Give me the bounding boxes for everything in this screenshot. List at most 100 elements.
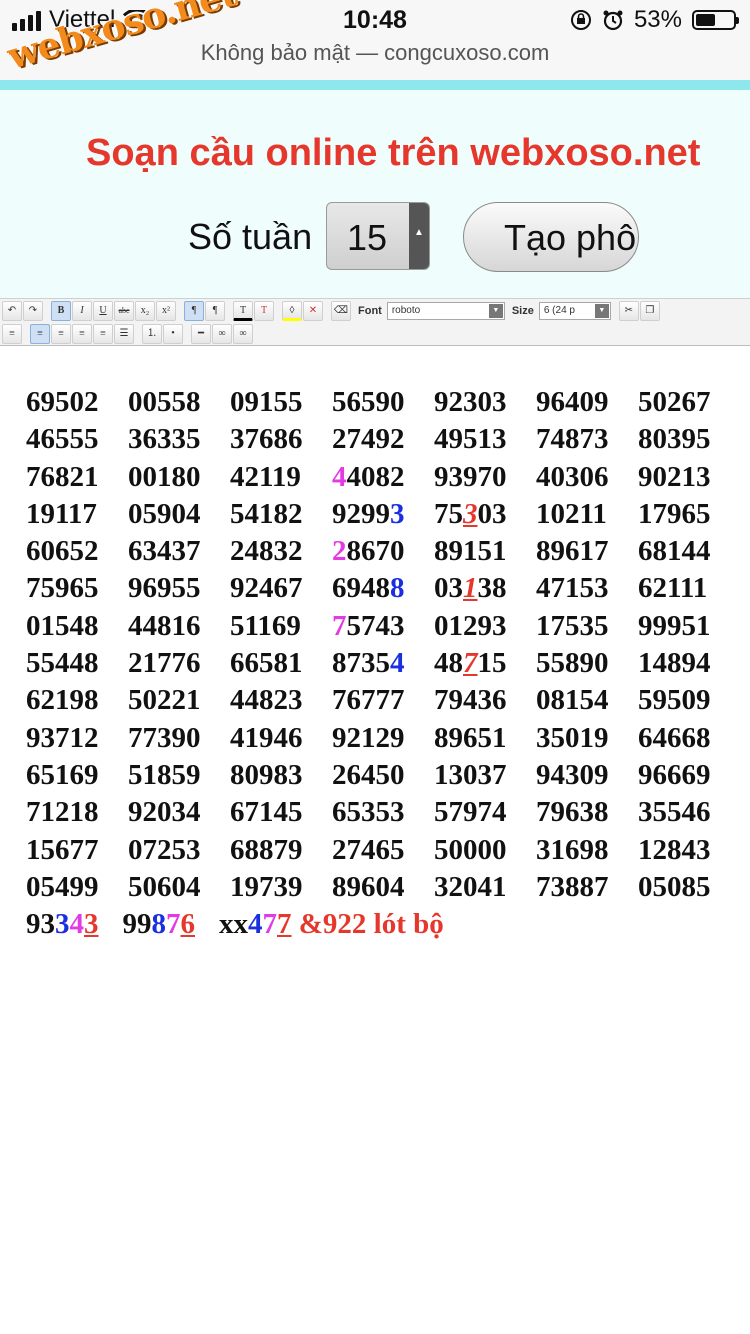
copy-icon[interactable]: ❐ (639, 301, 660, 321)
number-cell: 46555 (26, 423, 128, 456)
number-cell: 44816 (128, 610, 230, 643)
underline-icon[interactable]: U (93, 301, 113, 321)
undo-icon[interactable]: ↶ (2, 301, 22, 321)
number-cell: 55890 (536, 647, 638, 680)
number-cell: 93343 (26, 908, 99, 941)
number-cell: 90213 (638, 461, 740, 494)
number-cell: 68879 (230, 834, 332, 867)
digit-segment: 63437 (128, 535, 201, 568)
clear-highlight-icon[interactable]: ✕ (303, 301, 323, 321)
number-cell: 71218 (26, 796, 128, 829)
number-cell: 93970 (434, 461, 536, 494)
digit-segment: 93970 (434, 460, 507, 493)
digit-segment: 09155 (230, 386, 303, 418)
number-cell: 10211 (536, 498, 638, 531)
highlight-color-icon[interactable]: ◊ (282, 301, 302, 321)
align-center-icon[interactable]: ≡ (51, 324, 71, 344)
digit-segment: 55448 (26, 647, 99, 680)
number-cell: 15677 (26, 834, 128, 867)
digit-segment: 12843 (638, 833, 711, 866)
digit-segment: 76821 (26, 460, 99, 493)
number-cell: 51169 (230, 610, 332, 643)
digit-segment: 03 (477, 497, 507, 530)
digit-segment: 3 (55, 908, 70, 941)
numbered-list-icon[interactable]: ⒈ (142, 324, 162, 344)
digit-segment: 89151 (434, 535, 507, 568)
number-cell: 68144 (638, 535, 740, 568)
editor-content[interactable]: 69502 00558 09155 56590 92303 96409 50267 46555… (0, 346, 750, 1334)
digit-segment: 40306 (536, 460, 609, 493)
digit-segment: 76777 (332, 684, 405, 717)
number-cell: 42119 (230, 461, 332, 494)
digit-segment: 17965 (638, 497, 711, 530)
align-full-icon[interactable]: ☰ (114, 324, 134, 344)
rtl-icon[interactable]: ¶ (205, 301, 225, 321)
number-cell: 28670 (332, 535, 434, 568)
digit-segment: 79638 (536, 796, 609, 829)
link-icon[interactable]: ∞ (212, 324, 232, 344)
subscript-icon[interactable]: x₂ (135, 301, 155, 321)
remove-format-icon[interactable]: T (254, 301, 274, 321)
superscript-icon[interactable]: x² (156, 301, 176, 321)
strikethrough-icon[interactable]: abc (114, 301, 134, 321)
number-cell: 76777 (332, 684, 434, 717)
ltr-icon[interactable]: ¶ (184, 301, 204, 321)
number-cell: 41946 (230, 722, 332, 755)
digit-segment: 93712 (26, 721, 99, 754)
number-cell: 92129 (332, 722, 434, 755)
digit-segment: 93 (26, 908, 55, 941)
font-select[interactable]: roboto (386, 302, 505, 320)
digit-segment: 7 (332, 609, 347, 642)
number-row: 69502 00558 09155 56590 92303 96409 50267 (26, 386, 740, 423)
number-cell: 77390 (128, 722, 230, 755)
digit-segment: 14894 (638, 647, 711, 680)
text-color-icon[interactable]: T (233, 301, 253, 321)
number-cell: 76821 (26, 461, 128, 494)
bold-icon[interactable]: B (51, 301, 71, 321)
digit-segment: 89651 (434, 721, 507, 754)
italic-icon[interactable]: I (72, 301, 92, 321)
redo-icon[interactable]: ↷ (23, 301, 43, 321)
outdent-icon[interactable]: ≡ (2, 324, 22, 344)
digit-segment: 67145 (230, 796, 303, 829)
number-cell: 27492 (332, 423, 434, 456)
bullet-list-icon[interactable]: • (163, 324, 183, 344)
digit-segment: 7 (277, 908, 292, 941)
size-select[interactable]: 6 (24 p (538, 302, 611, 320)
number-cell: 40306 (536, 461, 638, 494)
number-cell: 50267 (638, 386, 740, 419)
horizontal-rule-icon[interactable]: ━ (191, 324, 211, 344)
align-right-icon[interactable]: ≡ (72, 324, 92, 344)
digit-segment: 48 (434, 647, 463, 680)
digit-segment: 96409 (536, 386, 609, 418)
number-cell: 35019 (536, 722, 638, 755)
number-row: 01548 44816 51169 75743 01293 17535 99951 (26, 610, 740, 647)
number-cell: 75743 (332, 610, 434, 643)
number-cell: 80395 (638, 423, 740, 456)
rotation-lock-icon (570, 10, 591, 30)
digit-segment: 4 (390, 647, 405, 680)
number-cell: 55448 (26, 647, 128, 680)
digit-segment: 54182 (230, 497, 303, 530)
digit-segment: 75965 (26, 572, 99, 605)
number-cell: 24832 (230, 535, 332, 568)
number-cell: 79436 (434, 684, 536, 717)
page-header: Soạn cầu online trên webxoso.net Số tuần… (0, 80, 750, 298)
create-button[interactable]: Tạo phô (463, 202, 639, 272)
digit-segment: 3 (390, 497, 405, 530)
weeks-select[interactable]: 15 ▲ (326, 202, 430, 270)
digit-segment: 05904 (128, 497, 201, 530)
digit-segment: 3 (84, 908, 99, 941)
cut-icon[interactable]: ✂ (618, 301, 639, 321)
digit-segment: 65169 (26, 758, 99, 791)
eraser-icon[interactable]: ⌫ (331, 301, 351, 321)
number-row: 93343 99876 xx477 &922 lót bộ (26, 908, 740, 945)
digit-segment: 19117 (26, 497, 97, 530)
digit-segment: 05499 (26, 870, 99, 903)
number-cell: 93712 (26, 722, 128, 755)
status-right: 53% (570, 6, 739, 34)
unlink-icon[interactable]: ∞ (233, 324, 253, 344)
number-cell: 50221 (128, 684, 230, 717)
align-justify-icon[interactable]: ≡ (93, 324, 113, 344)
align-left-icon[interactable]: ≡ (30, 324, 50, 344)
